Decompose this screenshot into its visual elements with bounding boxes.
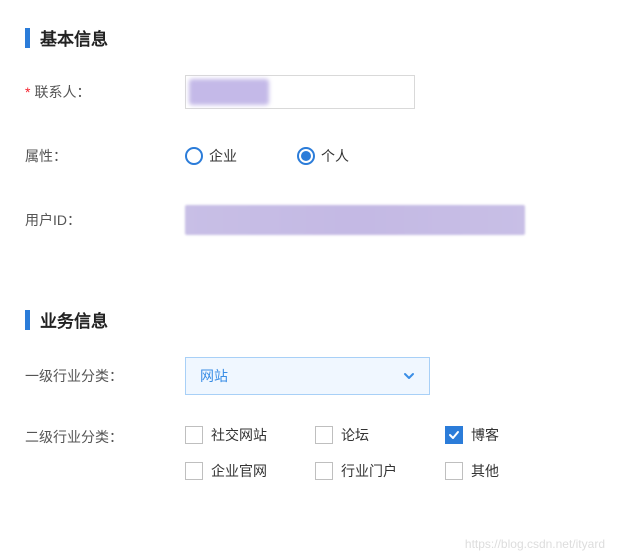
row-primary-category: 一级行业分类： 网站	[25, 357, 600, 395]
checkbox-forum[interactable]: 论坛	[315, 425, 405, 445]
watermark: https://blog.csdn.net/ityard	[465, 537, 605, 551]
checkbox-box-icon	[315, 462, 333, 480]
checkbox-label: 博客	[471, 425, 499, 445]
checkbox-label: 其他	[471, 461, 499, 481]
row-attribute: 属性： 企业 个人	[25, 139, 600, 173]
checkbox-other[interactable]: 其他	[445, 461, 535, 481]
section-title: 基本信息	[40, 25, 108, 50]
section-title: 业务信息	[40, 307, 108, 332]
section-bar-icon	[25, 310, 30, 330]
redacted-overlay	[189, 79, 269, 105]
radio-circle-icon	[297, 147, 315, 165]
required-asterisk: *	[25, 84, 30, 100]
radio-personal[interactable]: 个人	[297, 146, 349, 166]
radio-label: 企业	[209, 146, 237, 166]
checkbox-label: 论坛	[341, 425, 369, 445]
label-contact-text: 联系人：	[34, 84, 90, 100]
radio-label: 个人	[321, 146, 349, 166]
checkbox-box-icon	[185, 462, 203, 480]
secondary-category-grid: 社交网站 论坛 博客 企业官网	[185, 425, 535, 481]
checkbox-row: 企业官网 行业门户 其他	[185, 461, 535, 481]
primary-category-select[interactable]: 网站	[185, 357, 430, 395]
checkbox-label: 行业门户	[341, 461, 397, 481]
radio-enterprise[interactable]: 企业	[185, 146, 237, 166]
label-primary-category: 一级行业分类：	[25, 366, 185, 386]
attribute-radio-group: 企业 个人	[185, 146, 349, 166]
row-contact: *联系人：	[25, 75, 600, 109]
row-userid: 用户ID：	[25, 203, 600, 237]
label-secondary-category: 二级行业分类：	[25, 425, 185, 447]
checkbox-row: 社交网站 论坛 博客	[185, 425, 535, 445]
section-bar-icon	[25, 28, 30, 48]
checkbox-box-icon	[185, 426, 203, 444]
section-header-basic: 基本信息	[25, 25, 600, 50]
checkbox-portal[interactable]: 行业门户	[315, 461, 405, 481]
label-userid: 用户ID：	[25, 210, 185, 230]
radio-circle-icon	[185, 147, 203, 165]
checkbox-blog[interactable]: 博客	[445, 425, 535, 445]
chevron-down-icon	[403, 370, 415, 382]
checkbox-box-icon	[445, 462, 463, 480]
label-attribute: 属性：	[25, 146, 185, 166]
userid-value	[185, 205, 525, 235]
checkbox-label: 企业官网	[211, 461, 267, 481]
checkbox-label: 社交网站	[211, 425, 267, 445]
contact-input-wrapper	[185, 75, 415, 109]
checkbox-official[interactable]: 企业官网	[185, 461, 275, 481]
row-secondary-category: 二级行业分类： 社交网站 论坛 博客	[25, 425, 600, 481]
checkbox-social[interactable]: 社交网站	[185, 425, 275, 445]
label-contact: *联系人：	[25, 82, 185, 102]
section-header-business: 业务信息	[25, 307, 600, 332]
select-value: 网站	[200, 366, 228, 386]
checkbox-box-icon	[445, 426, 463, 444]
checkbox-box-icon	[315, 426, 333, 444]
